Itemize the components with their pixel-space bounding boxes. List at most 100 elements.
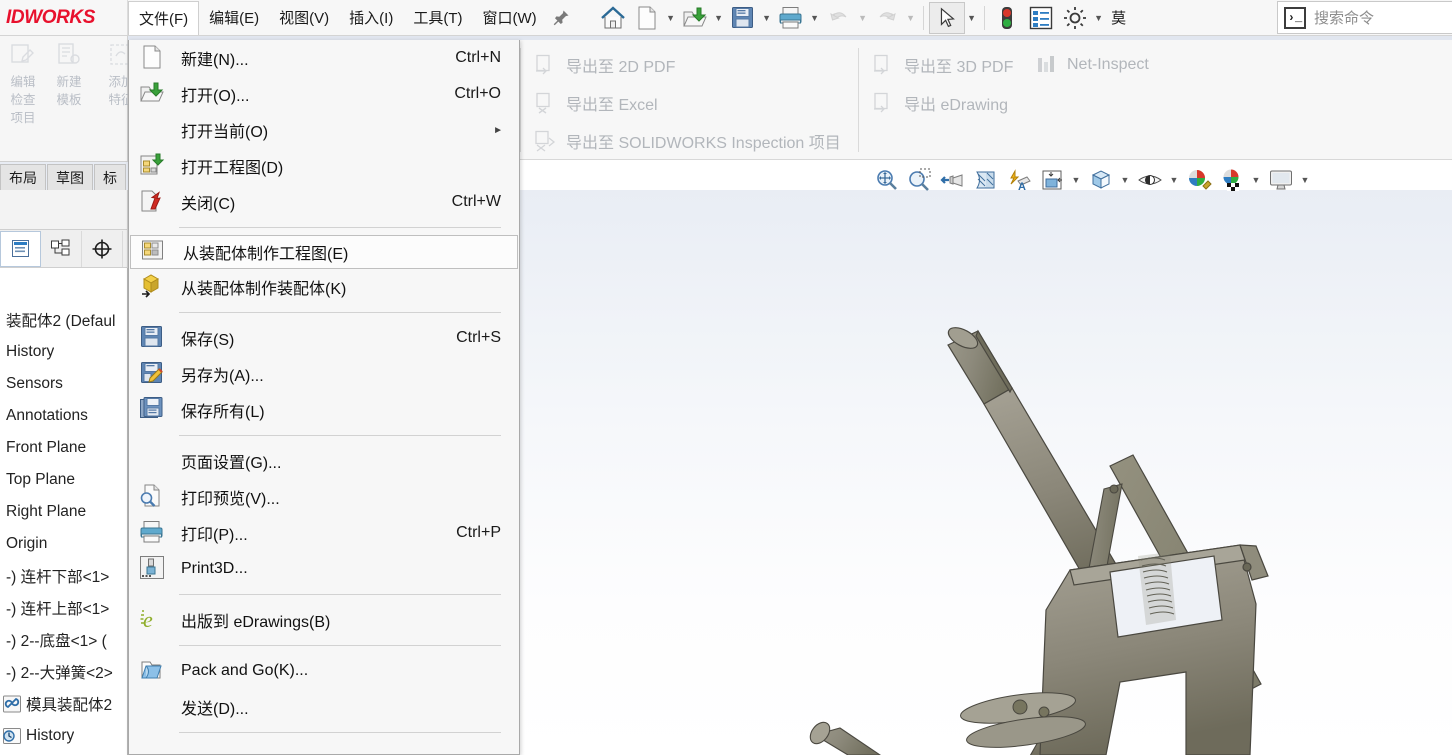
select-cursor-icon[interactable] [928,1,965,34]
menu-item-5[interactable]: 窗口(W) [472,0,546,35]
tree-item[interactable]: Top Plane [0,464,127,496]
ime-language-indicator[interactable]: 莫 [1106,1,1132,35]
menu-item-d[interactable]: 发送(D)... [129,689,519,725]
chevron-down-icon[interactable]: ▼ [1117,160,1133,200]
chevron-down-icon[interactable]: ▼ [1068,160,1084,200]
main-menu[interactable]: 文件(F) 编辑(E) 视图(V) 插入(I) 工具(T) 窗口(W) [128,0,547,35]
left-tab-2[interactable]: 标 [94,164,126,190]
zoom-to-area-icon[interactable] [903,160,936,200]
menu-item-print3d[interactable]: Print3D... [129,551,519,587]
menu-item-c[interactable]: 关闭(C) Ctrl+W [129,184,519,220]
tree-item[interactable]: Annotations [0,400,127,432]
tree-item[interactable]: Sensors [0,368,127,400]
tree-item[interactable]: History [0,720,127,752]
search-command-box[interactable]: ›_ 搜索命令 [1277,1,1452,34]
menu-item-l[interactable]: 保存所有(L) [129,392,519,428]
chevron-down-icon[interactable]: ▼ [1248,160,1264,200]
ribbon-command[interactable]: 导出至 3D PDF [872,46,1013,84]
save-icon[interactable] [726,1,760,35]
left-command-panel[interactable]: 编辑 检查 项目 新建 模板 添加 特征 [0,36,134,162]
display-style-icon[interactable] [1084,160,1117,200]
zoom-to-fit-icon[interactable] [870,160,903,200]
ribbon-command[interactable]: 导出至 Excel [534,84,841,122]
rebuild-traffic-light-icon[interactable] [990,1,1024,35]
menu-item-s[interactable]: 保存(S) Ctrl+S [129,320,519,356]
menu-item-e[interactable]: 从装配体制作工程图(E) [130,235,518,269]
property-manager-tab[interactable] [41,230,82,267]
home-icon[interactable] [596,1,630,35]
gear-settings-icon[interactable] [1058,1,1092,35]
chevron-down-icon[interactable]: ▼ [664,1,678,35]
chevron-down-icon[interactable]: ▼ [808,1,822,35]
tree-item[interactable]: -) 2--底盘<1> ( [0,624,127,656]
tree-item[interactable]: -) 连杆下部<1> [0,560,127,592]
tree-item[interactable]: -) 连杆上部<1> [0,592,127,624]
menu-item-edrawingsb[interactable]: e 出版到 eDrawings(B) [129,602,519,638]
undo-icon[interactable] [822,1,856,35]
ribbon-command[interactable]: 导出 eDrawing [872,84,1013,122]
view-settings-display-icon[interactable] [1264,160,1297,200]
previous-view-icon[interactable] [936,160,969,200]
hide-show-items-icon[interactable] [1133,160,1166,200]
menu-item-o[interactable]: 打开当前(O) ► [129,112,519,148]
chevron-down-icon[interactable]: ▼ [965,1,979,35]
menu-item-v[interactable]: 打印预览(V)... [129,479,519,515]
edit-appearance-icon[interactable] [1182,160,1215,200]
manager-tab-strip[interactable] [0,230,128,268]
menu-item-k[interactable]: 从装配体制作装配体(K) [129,269,519,305]
chevron-down-icon[interactable]: ▼ [760,1,774,35]
command-new-template[interactable]: 新建 模板 [46,36,92,161]
tree-item[interactable]: Origin [0,528,127,560]
chevron-down-icon[interactable]: ▼ [1297,160,1313,200]
quick-access-toolbar[interactable]: ▼ ▼ ▼ ▼ ▼ ▼ ▼ ▼ 莫 [582,0,1132,35]
menu-item-packandgok[interactable]: Pack and Go(K)... [129,653,519,689]
chevron-down-icon[interactable]: ▼ [856,1,870,35]
left-tab-1[interactable]: 草图 [47,164,93,190]
file-menu-dropdown[interactable]: 新建(N)... Ctrl+N 打开(O)... Ctrl+O 打开当前(O) ► 打开工程… [128,40,520,755]
apply-scene-icon[interactable] [1215,160,1248,200]
tree-item[interactable]: History [0,336,127,368]
redo-icon[interactable] [870,1,904,35]
menu-item-g[interactable]: 页面设置(G)... [129,443,519,479]
ribbon-command[interactable]: 导出至 SOLIDWORKS Inspection 项目 [534,122,841,160]
chevron-down-icon[interactable]: ▼ [904,1,918,35]
menu-item-2[interactable]: 视图(V) [269,0,339,35]
menu-item-d[interactable]: 打开工程图(D) [129,148,519,184]
menu-item-p[interactable]: 打印(P)... Ctrl+P [129,515,519,551]
view-orientation-box-icon[interactable] [1035,160,1068,200]
menu-item-n[interactable]: 新建(N)... Ctrl+N [129,40,519,76]
command-edit-inspection[interactable]: 编辑 检查 项目 [0,36,46,161]
tree-item[interactable]: Front Plane [0,432,127,464]
edit-inspection-icon [10,42,36,68]
chevron-down-icon[interactable]: ▼ [1092,1,1106,35]
chevron-down-icon[interactable]: ▼ [712,1,726,35]
feature-manager-tab[interactable] [0,230,41,267]
menu-item-0[interactable]: 文件(F) [128,1,200,35]
section-view-icon[interactable] [969,160,1002,200]
options-list-icon[interactable] [1024,1,1058,35]
tree-item[interactable]: Right Plane [0,496,127,528]
ribbon-command[interactable]: Net-Inspect [1035,46,1149,84]
feature-manager-tree[interactable]: 装配体2 (Defaul History Sensors Annotations Fro… [0,268,128,755]
sketch-layout-tabs[interactable]: 布局 草图标 [0,162,128,190]
new-document-icon[interactable] [630,1,664,35]
ribbon-command[interactable]: 导出至 2D PDF [534,46,841,84]
tree-item[interactable]: 模具装配体2 [0,688,127,720]
print-icon[interactable] [774,1,808,35]
heads-up-view-toolbar[interactable]: A ▼ ▼ ▼ ▼ ▼ [870,158,1313,202]
tree-item[interactable]: 装配体2 (Defaul [0,304,127,336]
left-tab-0[interactable]: 布局 [0,164,46,190]
feature-tree-toolbar[interactable] [0,190,128,230]
menu-item-a[interactable]: 另存为(A)... [129,356,519,392]
view-orientation-lightning-icon[interactable]: A [1002,160,1035,200]
menu-item-1[interactable]: 编辑(E) [199,0,269,35]
menu-item-4[interactable]: 工具(T) [403,0,472,35]
pin-icon[interactable] [547,0,582,35]
configuration-manager-tab[interactable] [82,230,123,267]
open-folder-icon[interactable] [678,1,712,35]
tree-item[interactable]: -) 2--大弹簧<2> [0,656,127,688]
ribbon-command-label: 导出至 Excel [566,97,658,114]
menu-item-o[interactable]: 打开(O)... Ctrl+O [129,76,519,112]
chevron-down-icon[interactable]: ▼ [1166,160,1182,200]
menu-item-3[interactable]: 插入(I) [339,0,403,35]
